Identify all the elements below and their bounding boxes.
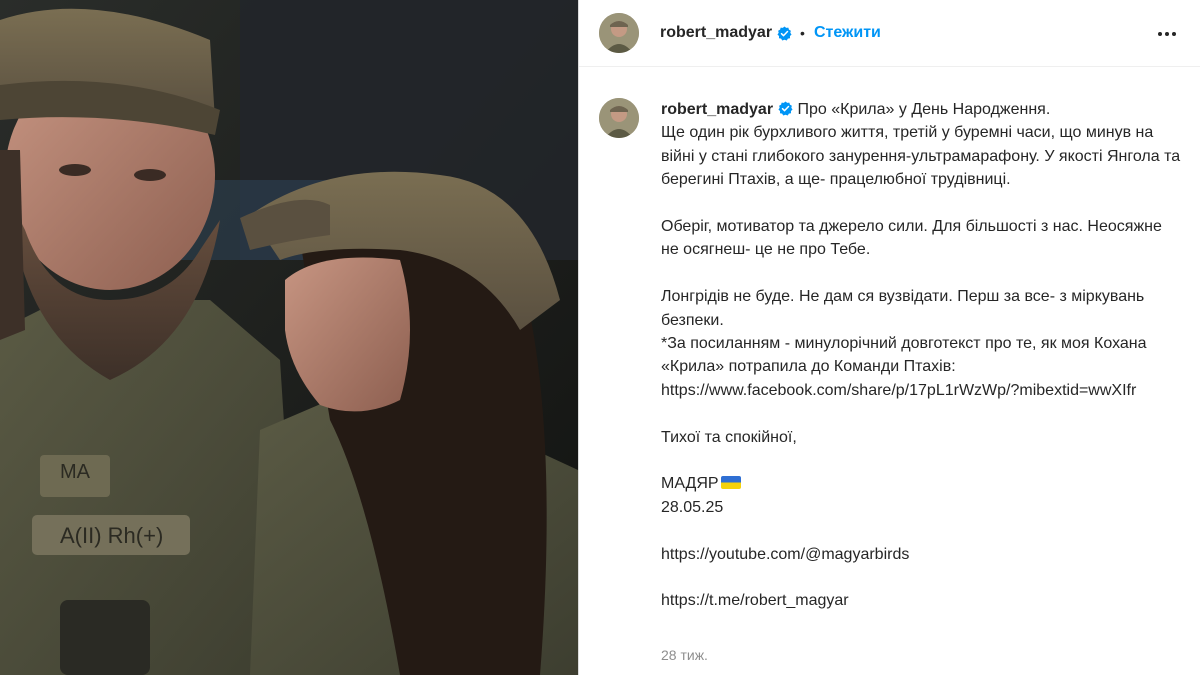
instagram-post: A(II) Rh(+) MA ΥΛ: [0, 0, 1200, 675]
avatar-image: [599, 13, 639, 53]
signature-name: МАДЯР: [661, 475, 719, 493]
header-username-link[interactable]: robert_madyar: [660, 24, 772, 42]
caption-paragraph: Лонгрідів не буде. Не дам ся вузвідати. …: [661, 288, 1145, 329]
more-dot: [1165, 32, 1169, 36]
more-dot: [1158, 32, 1162, 36]
caption-link[interactable]: https://youtube.com/@magyarbirds: [661, 543, 1181, 566]
separator-dot: •: [800, 25, 805, 41]
verified-badge-icon: [778, 101, 793, 116]
avatar[interactable]: [599, 13, 639, 53]
caption-username-link[interactable]: robert_madyar: [661, 101, 773, 118]
post-timestamp[interactable]: 28 тиж.: [661, 647, 708, 663]
ukraine-flag-emoji: [720, 476, 741, 490]
caption-link[interactable]: https://www.facebook.com/share/p/17pL1rW…: [661, 379, 1181, 402]
caption-section: robert_madyar Про «Крила» у День Народже…: [599, 98, 1189, 613]
caption-link[interactable]: https://t.me/robert_magyar: [661, 589, 1181, 612]
post-details-panel: robert_madyar • Стежити robert_madyar Пр…: [578, 0, 1200, 675]
caption-signature: МАДЯР: [661, 472, 1181, 495]
caption-paragraph: Ще один рік бурхливого життя, третій у б…: [661, 124, 1181, 189]
follow-button[interactable]: Стежити: [814, 24, 881, 42]
caption-paragraph: *За посиланням - минулорічний довготекст…: [661, 335, 1147, 376]
caption-intro: Про «Крила» у День Народження.: [797, 101, 1051, 118]
verified-badge-icon: [777, 25, 792, 40]
caption-line: robert_madyar Про «Крила» у День Народже…: [661, 98, 1181, 121]
caption-paragraph: Тихої та спокійної,: [661, 428, 797, 446]
svg-text:A(II) Rh(+): A(II) Rh(+): [60, 523, 163, 548]
post-header: robert_madyar • Стежити: [579, 0, 1200, 67]
caption-avatar[interactable]: [599, 98, 639, 138]
svg-text:MA: MA: [60, 461, 91, 483]
caption-date: 28.05.25: [661, 498, 724, 516]
caption-text: robert_madyar Про «Крила» у День Народже…: [661, 98, 1181, 613]
photo-illustration: A(II) Rh(+) MA ΥΛ: [0, 0, 578, 675]
more-options-icon[interactable]: [1155, 22, 1179, 46]
avatar-image: [599, 98, 639, 138]
more-dot: [1172, 32, 1176, 36]
post-photo[interactable]: A(II) Rh(+) MA ΥΛ: [0, 0, 578, 675]
caption-paragraph: Оберіг, мотиватор та джерело сили. Для б…: [661, 218, 1162, 259]
